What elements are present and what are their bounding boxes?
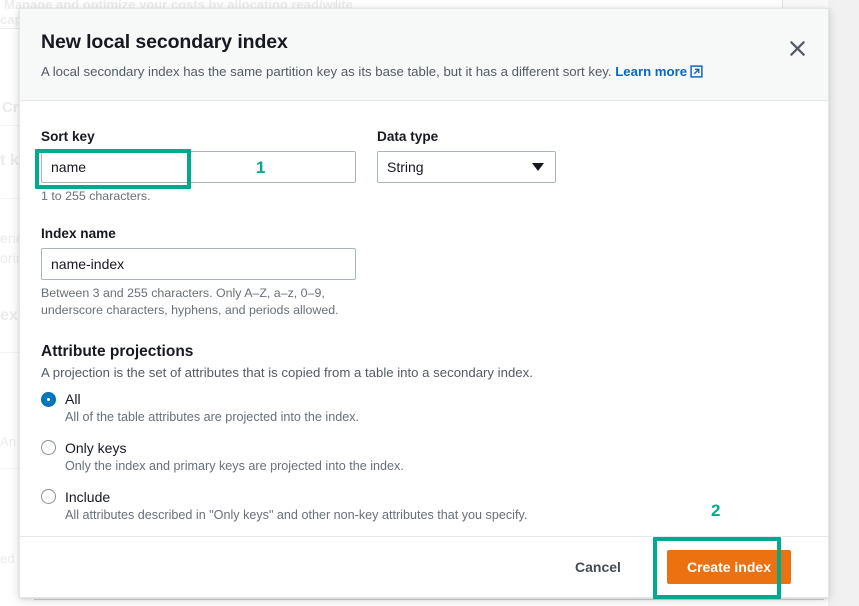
radio-option-only-keys[interactable]: Only keys Only the index and primary key… — [41, 440, 806, 476]
create-index-button-wrapper: Create index 2 — [652, 502, 791, 599]
radio-label-include: Include — [65, 488, 111, 505]
attribute-projections-description: A projection is the set of attributes th… — [41, 365, 533, 381]
chevron-down-icon — [532, 163, 544, 172]
modal-footer: Cancel Create index 2 — [20, 502, 828, 599]
radio-option-include[interactable]: Include All attributes described in "Onl… — [41, 489, 806, 525]
index-name-field-group: Index name Between 3 and 255 characters.… — [41, 226, 356, 318]
sort-key-hint: 1 to 255 characters. — [41, 189, 151, 204]
close-button[interactable] — [786, 39, 808, 61]
data-type-select[interactable]: String — [377, 151, 556, 184]
background-right-rail — [828, 0, 859, 606]
index-name-hint-line1: Between 3 and 255 characters. Only A–Z, … — [41, 285, 325, 300]
radio-label-all: All — [65, 391, 81, 408]
radio-button-all[interactable] — [41, 391, 56, 407]
index-name-label: Index name — [41, 225, 116, 241]
create-index-button[interactable]: Create index — [666, 550, 791, 584]
radio-description-include: All attributes described in "Only keys" … — [65, 507, 528, 522]
radio-line-only-keys[interactable]: Only keys — [41, 440, 806, 456]
background-fragment-amazon: An — [0, 434, 17, 449]
sort-key-label: Sort key — [41, 129, 95, 145]
radio-description-all: All of the table attributes are projecte… — [65, 410, 360, 425]
radio-line-include[interactable]: Include — [41, 489, 806, 505]
cancel-button[interactable]: Cancel — [557, 552, 639, 582]
sort-key-field-group: Sort key 1 to 255 characters. 1 — [35, 129, 356, 205]
attribute-projections-title: Attribute projections — [41, 343, 194, 361]
external-link-icon — [690, 64, 703, 83]
sort-key-row: Sort key 1 to 255 characters. 1 Data typ… — [35, 129, 806, 205]
index-name-hint: Between 3 and 255 characters. Only A–Z, … — [41, 285, 356, 318]
background-bottom-divider — [34, 599, 824, 600]
radio-label-only-keys: Only keys — [65, 439, 127, 456]
background-fragment-index: ex — [0, 307, 18, 324]
learn-more-link[interactable]: Learn more — [615, 64, 703, 79]
modal-description-text: A local secondary index has the same par… — [41, 64, 616, 79]
learn-more-label: Learn more — [615, 64, 688, 79]
modal-description: A local secondary index has the same par… — [41, 62, 804, 83]
radio-button-only-keys[interactable] — [41, 440, 56, 456]
radio-description-only-keys: Only the index and primary keys are proj… — [65, 458, 404, 473]
radio-button-include[interactable] — [41, 489, 56, 505]
index-name-hint-line2: underscore characters, hyphens, and peri… — [41, 302, 339, 317]
new-local-secondary-index-modal: New local secondary index A local second… — [19, 8, 829, 599]
data-type-field-group: Data type String — [377, 129, 556, 184]
close-icon — [789, 40, 806, 60]
sort-key-input[interactable] — [41, 151, 356, 184]
index-name-input[interactable] — [41, 247, 356, 280]
radio-line-all[interactable]: All — [41, 391, 806, 407]
data-type-selected-value: String — [387, 159, 424, 176]
attribute-projections-section: Attribute projections A projection is th… — [41, 343, 806, 524]
modal-title: New local secondary index — [41, 31, 288, 53]
modal-body: Sort key 1 to 255 characters. 1 Data typ… — [20, 101, 828, 536]
data-type-label: Data type — [377, 129, 439, 145]
radio-option-all[interactable]: All All of the table attributes are proj… — [41, 391, 806, 427]
modal-header: New local secondary index A local second… — [20, 9, 828, 102]
